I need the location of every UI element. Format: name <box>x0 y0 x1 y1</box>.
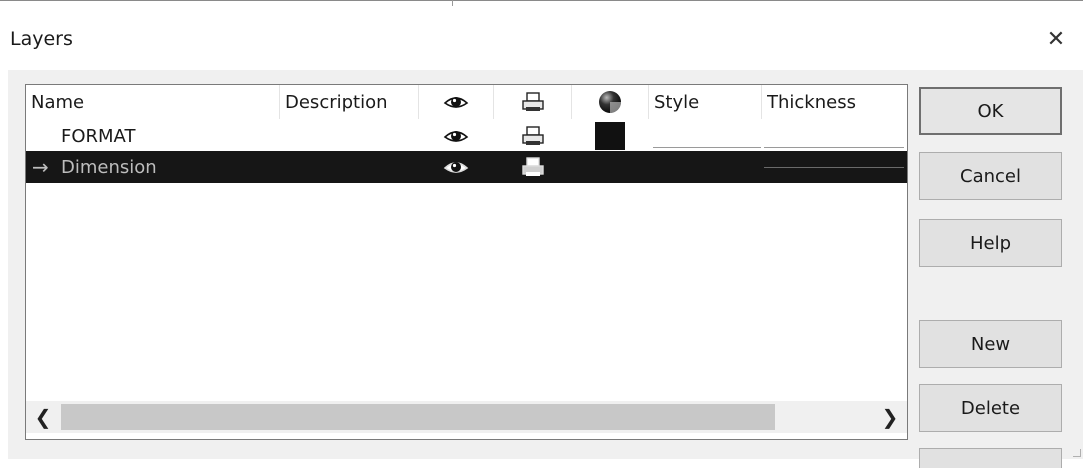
column-header-visible[interactable] <box>419 85 493 119</box>
chevron-right-icon: ❯ <box>881 405 899 429</box>
chevron-left-icon: ❮ <box>34 405 52 429</box>
layer-description <box>285 121 415 151</box>
layer-name: FORMAT <box>61 125 136 147</box>
layer-color-swatch[interactable] <box>595 122 625 150</box>
printer-icon <box>521 157 544 176</box>
layer-thickness-sample[interactable] <box>764 147 904 148</box>
column-divider[interactable] <box>279 85 280 119</box>
help-button[interactable]: Help <box>919 219 1062 267</box>
eye-icon <box>443 131 469 142</box>
close-button[interactable]: ✕ <box>1040 24 1072 56</box>
layers-dialog: Layers ✕ Name Description Style Thicknes… <box>0 6 1083 468</box>
layer-thickness-sample[interactable] <box>764 167 904 168</box>
column-header-thickness[interactable]: Thickness <box>767 85 897 119</box>
layer-style-sample[interactable] <box>653 147 761 148</box>
column-header-print[interactable] <box>494 85 571 119</box>
scrollbar-thumb[interactable] <box>61 404 775 430</box>
list-header: Name Description Style Thickness <box>26 85 907 119</box>
layer-name: Dimension <box>61 156 157 178</box>
dialog-client-area: Name Description Style Thickness FORMAT … <box>8 70 1083 468</box>
layer-print-toggle[interactable] <box>494 151 571 183</box>
column-divider[interactable] <box>761 85 762 119</box>
delete-button[interactable]: Delete <box>919 384 1062 432</box>
layer-description <box>285 151 415 183</box>
column-header-color[interactable] <box>572 85 648 119</box>
ok-button[interactable]: OK <box>919 87 1062 135</box>
layer-print-toggle[interactable] <box>494 121 571 151</box>
layer-visible-toggle[interactable] <box>419 121 493 151</box>
additional-button-partial[interactable] <box>919 448 1062 468</box>
printer-icon <box>521 126 544 145</box>
horizontal-scrollbar[interactable]: ❮ ❯ <box>26 401 907 433</box>
close-icon: ✕ <box>1046 27 1066 52</box>
column-header-name[interactable]: Name <box>31 85 276 119</box>
layer-visible-toggle[interactable] <box>419 151 493 183</box>
printer-icon <box>521 92 544 111</box>
eye-icon <box>443 97 469 108</box>
column-divider[interactable] <box>648 85 649 119</box>
layer-row[interactable]: FORMAT <box>26 121 907 151</box>
layer-list[interactable]: Name Description Style Thickness FORMAT … <box>25 84 908 440</box>
current-layer-arrow-icon: → <box>32 155 49 179</box>
column-header-description[interactable]: Description <box>285 85 415 119</box>
new-button[interactable]: New <box>919 320 1062 368</box>
scroll-left-button[interactable]: ❮ <box>26 401 60 433</box>
column-header-style[interactable]: Style <box>654 85 754 119</box>
eye-icon <box>443 162 469 173</box>
color-sphere-icon <box>599 91 621 113</box>
cancel-button[interactable]: Cancel <box>919 152 1062 200</box>
current-layer-marker <box>34 121 58 151</box>
layer-row-selected[interactable]: → Dimension <box>26 151 907 183</box>
scroll-right-button[interactable]: ❯ <box>873 401 907 433</box>
resize-grip[interactable] <box>1073 449 1081 457</box>
dialog-title: Layers <box>10 28 73 50</box>
